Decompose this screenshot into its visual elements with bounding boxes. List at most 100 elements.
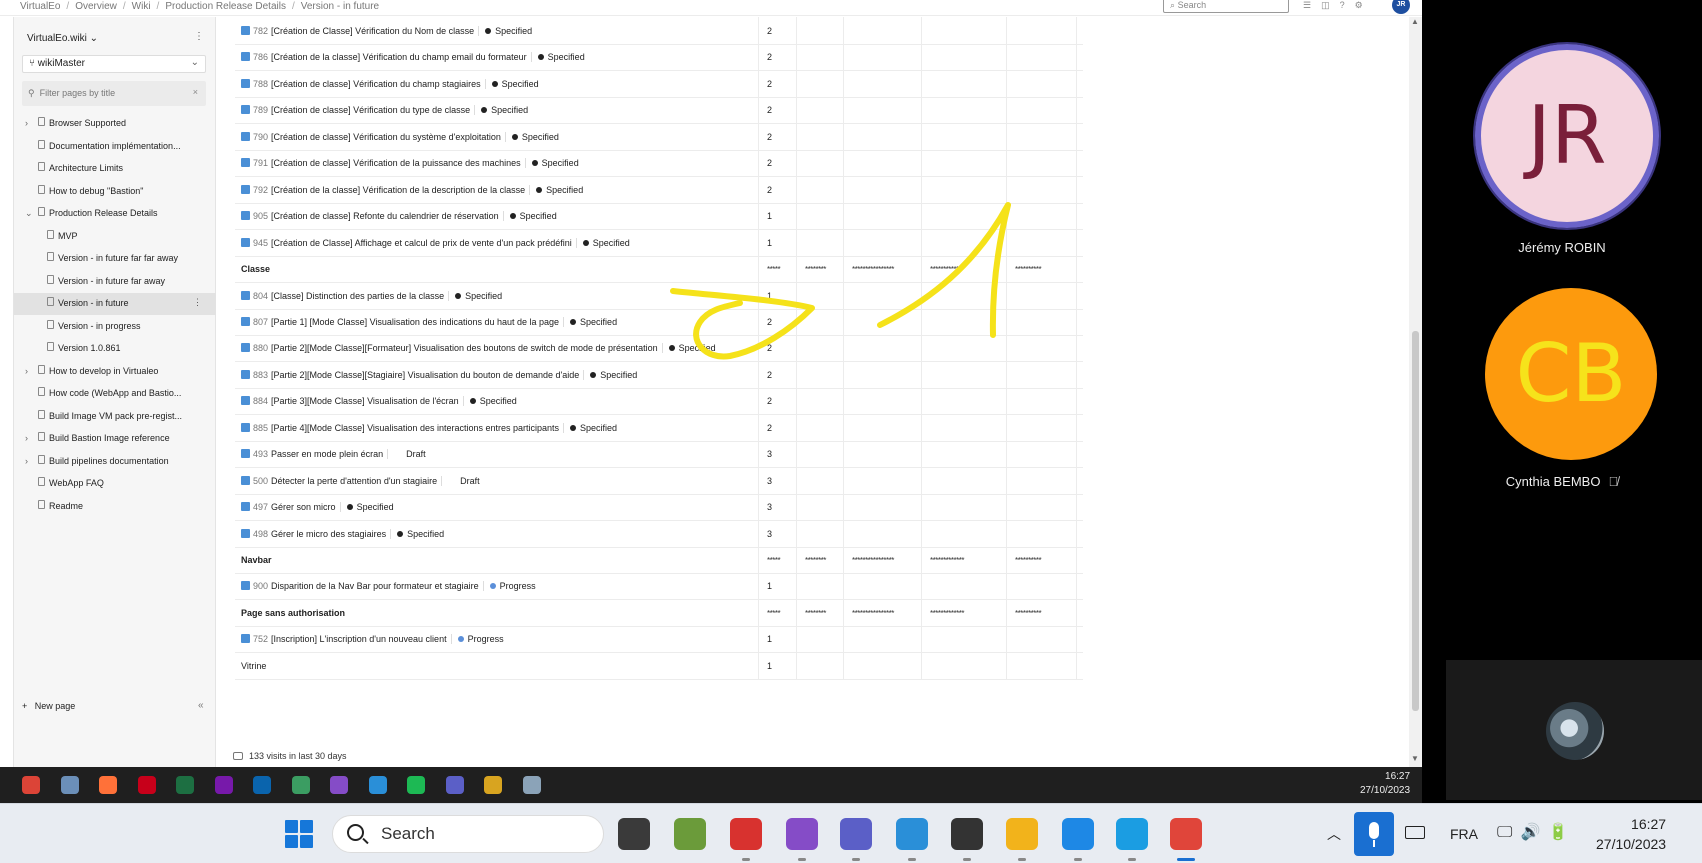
task-view-icon[interactable]	[618, 818, 650, 850]
collapse-sidebar-icon[interactable]: «	[198, 700, 204, 711]
scrollbar-thumb[interactable]	[1412, 331, 1419, 711]
sidebar-tree-item[interactable]: › Browser Supported	[14, 113, 216, 135]
chevron-right-icon[interactable]: ›	[25, 118, 28, 128]
breadcrumb-item[interactable]: Version - in future	[301, 1, 379, 12]
work-item-title[interactable]: [Création de classe] Vérification de la …	[271, 158, 521, 168]
self-video-tile[interactable]	[1446, 660, 1702, 800]
power-automate-icon[interactable]	[1062, 818, 1094, 850]
work-item-id[interactable]: 804	[253, 291, 268, 301]
work-item-id[interactable]: 880	[253, 343, 268, 353]
image-viewer-icon[interactable]	[674, 818, 706, 850]
opera-icon[interactable]	[137, 776, 156, 794]
participant-avatar-cb[interactable]: CB	[1485, 288, 1657, 460]
sidebar-tree-item[interactable]: ⌄ Production Release Details	[14, 203, 216, 225]
taskbar-search[interactable]: Search	[332, 815, 604, 853]
work-item-title[interactable]: [Création de classe] Vérification du cha…	[271, 79, 481, 89]
sidebar-tree-item[interactable]: Documentation implémentation...	[14, 136, 216, 158]
vscode-icon[interactable]	[368, 776, 387, 794]
work-item-id[interactable]: 900	[253, 581, 268, 591]
scroll-down-icon[interactable]: ▼	[1411, 754, 1419, 763]
work-item-title[interactable]: [Création de classe] Vérification du typ…	[271, 105, 470, 115]
settings-icon[interactable]: ⚙	[1355, 0, 1363, 10]
browser-globe-icon[interactable]	[60, 776, 79, 794]
work-item-title[interactable]: [Création de classe] Refonte du calendri…	[271, 211, 499, 221]
work-item-title[interactable]: [Partie 4][Mode Classe] Visualisation de…	[271, 423, 559, 433]
user-avatar[interactable]: JR	[1392, 0, 1410, 14]
new-page-button[interactable]: + New page	[22, 701, 75, 711]
sidebar-tree-item[interactable]: › Build pipelines documentation	[14, 451, 216, 473]
work-item-title[interactable]: [Création de la classe] Vérification du …	[271, 52, 527, 62]
list-icon[interactable]: ☰	[1303, 0, 1311, 10]
terminal-icon[interactable]	[951, 818, 983, 850]
work-item-title[interactable]: [Création de classe] Vérification du sys…	[271, 132, 501, 142]
system-tray[interactable]: 🖵 🔊 🔋	[1497, 822, 1576, 842]
chevron-down-icon[interactable]: ⌄	[25, 208, 33, 219]
chevron-right-icon[interactable]: ›	[25, 456, 28, 466]
tray-overflow-icon[interactable]: ︿	[1327, 824, 1341, 844]
work-item-title[interactable]: [Partie 2][Mode Classe][Formateur] Visua…	[271, 343, 658, 353]
work-item-title[interactable]: [Création de Classe] Vérification du Nom…	[271, 26, 474, 36]
work-item-id[interactable]: 884	[253, 396, 268, 406]
edge-icon[interactable]	[1116, 818, 1148, 850]
branch-selector[interactable]: ⑂ wikiMaster ⌄	[22, 55, 206, 73]
chevron-right-icon[interactable]: ›	[25, 433, 28, 443]
start-button[interactable]	[285, 820, 315, 850]
visual-studio-icon[interactable]	[786, 818, 818, 850]
work-item-id[interactable]: 792	[253, 185, 268, 195]
sidebar-tree-item[interactable]: Version 1.0.861	[14, 338, 216, 360]
sidebar-tree-item[interactable]: › How to develop in Virtualeo	[14, 361, 216, 383]
help-icon[interactable]: ?	[1340, 0, 1345, 10]
clear-icon[interactable]: ×	[193, 87, 198, 97]
snipping-tool-icon[interactable]	[1170, 818, 1202, 850]
visual-studio-icon[interactable]	[330, 776, 348, 794]
work-item-id[interactable]: 497	[253, 502, 268, 512]
work-item-title[interactable]: [Partie 1] [Mode Classe] Visualisation d…	[271, 317, 559, 327]
keyboard-icon[interactable]	[1405, 826, 1425, 839]
breadcrumb-item[interactable]: Overview	[75, 1, 117, 12]
sidebar-tree-item[interactable]: Version - in future ⋮	[14, 293, 216, 315]
scrollbar[interactable]: ▲ ▼	[1409, 17, 1422, 767]
work-item-title[interactable]: Passer en mode plein écran	[271, 449, 383, 459]
sidebar-tree-item[interactable]: Build Image VM pack pre-regist...	[14, 406, 216, 428]
sidebar-tree-item[interactable]: Version - in future far far away	[14, 248, 216, 270]
file-explorer-icon[interactable]	[1006, 818, 1038, 850]
chrome-icon[interactable]	[22, 776, 40, 794]
search-input[interactable]: ⌕ Search	[1163, 0, 1289, 13]
work-item-id[interactable]: 807	[253, 317, 268, 327]
work-item-title[interactable]: Disparition de la Nav Bar pour formateur…	[271, 581, 479, 591]
system-clock[interactable]: 16:27 27/10/2023	[1596, 814, 1666, 854]
microphone-icon[interactable]	[1354, 812, 1394, 856]
work-item-id[interactable]: 790	[253, 132, 268, 142]
firefox-icon[interactable]	[99, 776, 117, 794]
sidebar-tree-item[interactable]: How code (WebApp and Bastio...	[14, 383, 216, 405]
work-item-id[interactable]: 905	[253, 211, 268, 221]
sidebar-tree-item[interactable]: Readme	[14, 496, 216, 518]
sidebar-tree-item[interactable]: Version - in progress	[14, 316, 216, 338]
participant-avatar-jr[interactable]: JR	[1475, 44, 1659, 228]
onenote-icon[interactable]	[214, 776, 233, 794]
vscode-icon[interactable]	[896, 818, 928, 850]
scroll-up-icon[interactable]: ▲	[1411, 17, 1419, 26]
work-item-id[interactable]: 493	[253, 449, 268, 459]
more-options-icon[interactable]: ⋮	[193, 297, 202, 308]
sidebar-tree-item[interactable]: Architecture Limits	[14, 158, 216, 180]
work-item-id[interactable]: 500	[253, 476, 268, 486]
file-tool-icon[interactable]	[291, 776, 310, 794]
chevron-right-icon[interactable]: ›	[25, 366, 28, 376]
work-item-title[interactable]: [Création de Classe] Affichage et calcul…	[271, 238, 572, 248]
work-item-title[interactable]: Détecter la perte d'attention d'un stagi…	[271, 476, 437, 486]
work-item-title[interactable]: Gérer le micro des stagiaires	[271, 529, 386, 539]
work-item-title[interactable]: [Création de la classe] Vérification de …	[271, 185, 525, 195]
sidebar-tree-item[interactable]: Version - in future far away	[14, 271, 216, 293]
work-item-title[interactable]: [Partie 2][Mode Classe][Stagiaire] Visua…	[271, 370, 579, 380]
work-item-id[interactable]: 945	[253, 238, 268, 248]
xmind-icon[interactable]	[730, 818, 762, 850]
wiki-name-dropdown[interactable]: VirtualEo.wiki ⌄	[27, 33, 98, 44]
sidebar-tree-item[interactable]: › Build Bastion Image reference	[14, 428, 216, 450]
work-item-id[interactable]: 885	[253, 423, 268, 433]
teams-icon[interactable]	[840, 818, 872, 850]
breadcrumb-item[interactable]: Production Release Details	[165, 1, 286, 12]
work-item-id[interactable]: 791	[253, 158, 268, 168]
sidebar-tree-item[interactable]: WebApp FAQ	[14, 473, 216, 495]
app-tool-icon[interactable]	[484, 776, 502, 794]
